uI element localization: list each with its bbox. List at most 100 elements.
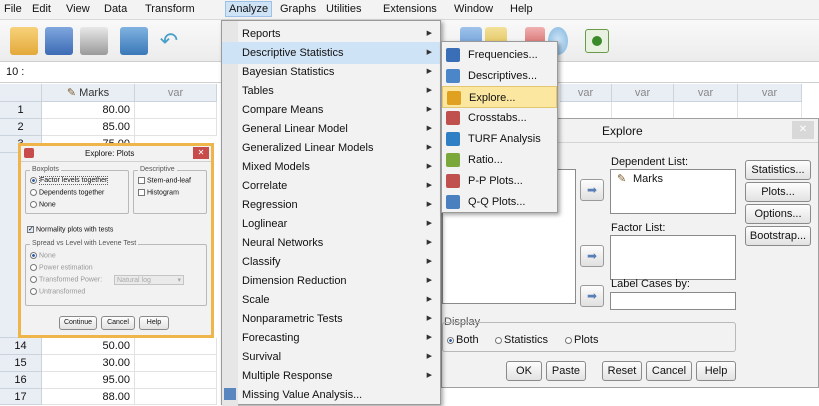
cell-reference-label: 10 : [6,66,25,78]
help-button[interactable]: Help [139,316,169,330]
menu-view[interactable]: View [66,3,90,15]
spread-untransformed-radio[interactable]: Untransformed [30,288,85,295]
normality-plots-checkbox[interactable]: ✓ Normality plots with tests [27,226,113,233]
frequencies-icon [446,48,460,62]
row-number[interactable]: 15 [0,355,42,372]
reset-button[interactable]: Reset [602,361,642,381]
menu-help[interactable]: Help [510,3,533,15]
data-cell[interactable]: 95.00 [42,372,135,389]
submenu-item-ratio[interactable]: Ratio... [442,149,557,171]
data-cell[interactable]: 50.00 [42,338,135,355]
spread-power-estimation-radio[interactable]: Power estimation [30,264,93,271]
dependent-list[interactable]: ✎ Marks [610,169,736,214]
spread-vs-level-group: Spread vs Level with Levene Test None Po… [25,240,207,306]
analyze-menu: Reports ▶ Descriptive Statistics ▶ Bayesia… [221,20,441,406]
menu-item-missing-value-analysis[interactable]: Missing Value Analysis... [222,384,440,406]
data-cell[interactable] [135,119,217,136]
move-to-dependent-button[interactable]: ➡ [580,179,604,201]
boxplot-factor-levels-radio[interactable]: Factor levels together [30,176,109,186]
column-header-var[interactable]: var [135,84,217,102]
boxplot-dependents-radio[interactable]: Dependents together [30,189,104,196]
continue-button[interactable]: Continue [59,316,97,330]
column-header-var[interactable]: var [612,84,674,102]
column-header-var[interactable]: var [674,84,738,102]
row-number[interactable]: 17 [0,389,42,405]
data-cell[interactable]: 80.00 [42,102,135,119]
data-cell[interactable]: 88.00 [42,389,135,405]
submenu-item-crosstabs[interactable]: Crosstabs... [442,107,557,129]
data-cell[interactable] [135,355,217,372]
data-cell[interactable]: 30.00 [42,355,135,372]
row-number[interactable]: 1 [0,102,42,119]
column-header-var[interactable]: var [560,84,612,102]
print-icon[interactable] [80,27,108,55]
data-cell[interactable] [135,389,217,405]
ok-button[interactable]: OK [506,361,542,381]
stem-and-leaf-checkbox[interactable]: Stem-and-leaf [138,177,191,184]
close-icon[interactable]: ✕ [792,121,814,139]
cancel-button[interactable]: Cancel [101,316,135,330]
dialog-recall-icon[interactable] [120,27,148,55]
display-both-radio[interactable]: Both [447,334,479,346]
open-folder-icon[interactable] [10,27,38,55]
plots-button[interactable]: Plots... [745,182,811,202]
paste-button[interactable]: Paste [546,361,586,381]
statistics-button[interactable]: Statistics... [745,160,811,180]
move-to-factor-button[interactable]: ➡ [580,245,604,267]
move-to-label-cases-button[interactable]: ➡ [580,285,604,307]
row-number[interactable]: 14 [0,338,42,355]
show-all-variables-icon[interactable] [585,29,609,53]
data-cell[interactable] [135,372,217,389]
explore-icon [447,91,461,105]
menu-extensions[interactable]: Extensions [383,3,437,15]
label-cases-field[interactable] [610,292,736,310]
menu-window[interactable]: Window [454,3,493,15]
explore-title: Explore [602,124,643,138]
data-cell[interactable] [738,102,802,119]
save-icon[interactable] [45,27,73,55]
data-cell[interactable] [135,338,217,355]
display-statistics-radio[interactable]: Statistics [495,334,548,346]
row-number[interactable]: 16 [0,372,42,389]
submenu-item-frequencies[interactable]: Frequencies... [442,44,557,66]
spread-transformed-radio[interactable]: Transformed Power: [30,276,102,283]
menu-analyze[interactable]: Analyze [225,1,273,17]
column-header-var[interactable]: var [738,84,802,102]
data-cell[interactable] [612,102,674,119]
column-header-marks[interactable]: ✎ Marks [42,84,135,102]
menu-file[interactable]: File [4,3,22,15]
descriptive-statistics-submenu: Frequencies... Descriptives... Explore..… [441,41,558,213]
spread-none-radio[interactable]: None [30,252,56,259]
submenu-item-turf-analysis[interactable]: TURF Analysis [442,128,557,150]
help-button[interactable]: Help [696,361,736,381]
submenu-item-descriptives[interactable]: Descriptives... [442,65,557,87]
boxplot-none-radio[interactable]: None [30,201,56,208]
data-cell[interactable]: 85.00 [42,119,135,136]
explore-plots-dialog: Explore: Plots ✕ Boxplots Factor levels … [18,143,214,338]
submenu-item-pp-plots[interactable]: P-P Plots... [442,170,557,192]
menu-data[interactable]: Data [104,3,127,15]
data-cell[interactable] [674,102,738,119]
menu-transform[interactable]: Transform [145,3,195,15]
menu-utilities[interactable]: Utilities [326,3,361,15]
options-button[interactable]: Options... [745,204,811,224]
power-select[interactable]: Natural log ▾ [114,275,184,285]
data-cell[interactable] [135,102,217,119]
bootstrap-button[interactable]: Bootstrap... [745,226,811,246]
menu-edit[interactable]: Edit [32,3,51,15]
menu-graphs[interactable]: Graphs [280,3,316,15]
submenu-item-qq-plots[interactable]: Q-Q Plots... [442,191,557,213]
submenu-item-explore[interactable]: Explore... [442,86,557,108]
factor-list[interactable] [610,235,736,280]
row-number[interactable]: 2 [0,119,42,136]
turf-icon [446,132,460,146]
undo-icon[interactable]: ↶ [155,27,183,55]
display-plots-radio[interactable]: Plots [565,334,598,346]
histogram-checkbox[interactable]: Histogram [138,189,179,196]
close-icon[interactable]: ✕ [193,147,209,159]
menu-bar: File Edit View Data Transform Analyze Gr… [0,0,819,20]
factor-list-label: Factor List: [611,222,666,234]
data-cell[interactable] [560,102,612,119]
dependent-list-item[interactable]: Marks [633,173,663,185]
cancel-button[interactable]: Cancel [646,361,692,381]
